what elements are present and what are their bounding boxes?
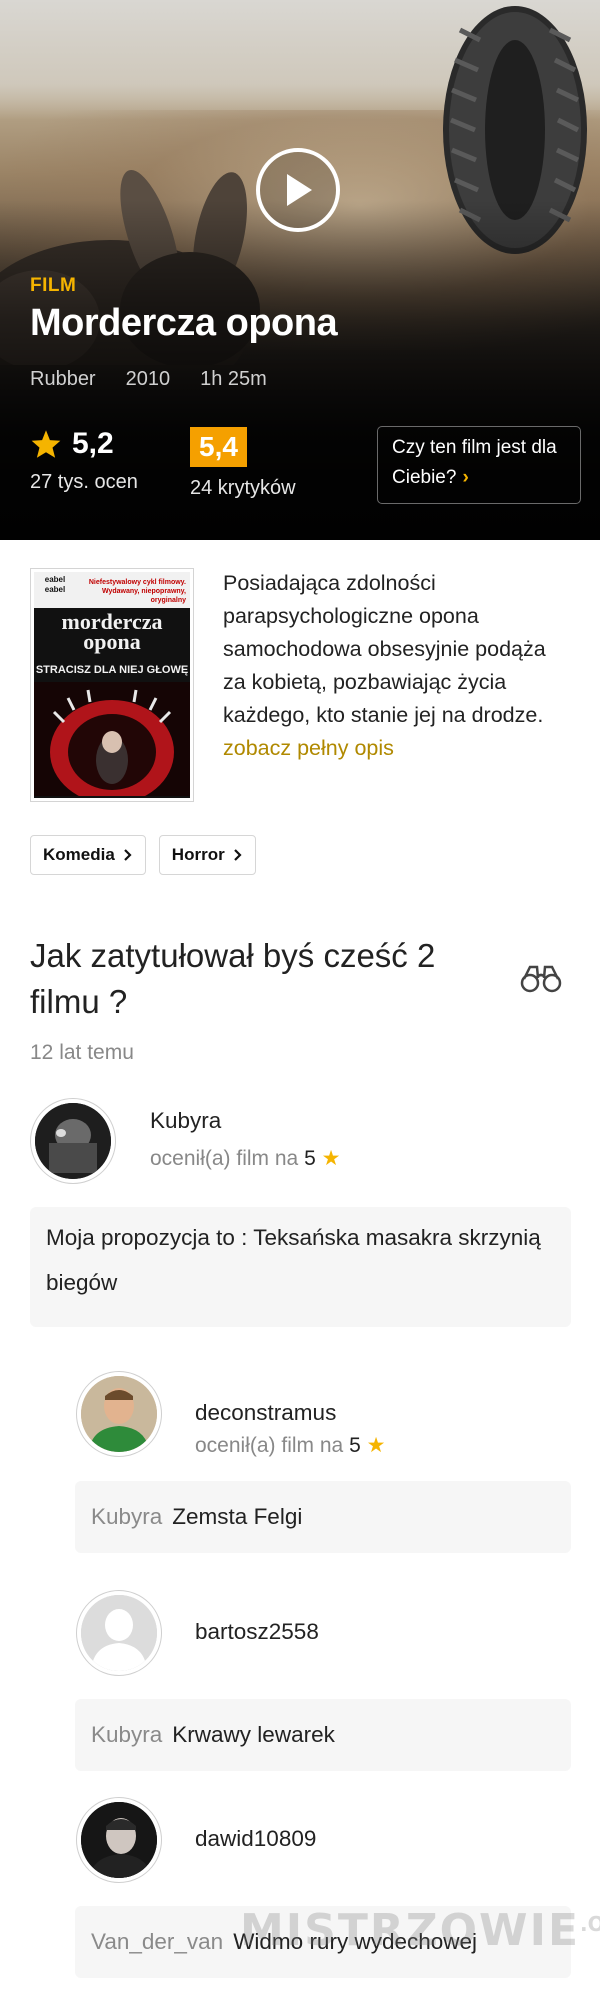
- film-poster[interactable]: eabel eabel Niefestywalowy cykl filmowy.…: [30, 568, 194, 802]
- avatar-artwork: [35, 1103, 111, 1179]
- star-icon: ★: [366, 1434, 386, 1457]
- release-year: 2010: [125, 368, 171, 390]
- chevron-right-icon: ›: [462, 467, 469, 488]
- genre-list: Komedia Horror: [30, 835, 256, 875]
- critics-count: 24 krytyków: [190, 477, 296, 499]
- user-rating-value: 5,2: [72, 427, 114, 460]
- reply-username[interactable]: dawid10809: [195, 1826, 316, 1852]
- star-icon: ★: [321, 1147, 341, 1170]
- poster-artwork: [34, 682, 190, 796]
- play-trailer-button[interactable]: [256, 148, 340, 232]
- reply-to-user[interactable]: Van_der_van: [91, 1929, 223, 1954]
- reply-username[interactable]: deconstramus: [195, 1400, 336, 1426]
- genre-chip-horror[interactable]: Horror: [158, 835, 256, 875]
- poster-series-text: Niefestywalowy cykl filmowy. Wydawany, n…: [88, 579, 186, 604]
- film-description: Posiadająca zdolności parapsychologiczne…: [223, 567, 573, 765]
- genre-chip-komedia[interactable]: Komedia: [30, 835, 146, 875]
- avatar-artwork: [81, 1802, 157, 1878]
- user-votes-count: 27 tys. ocen: [30, 471, 138, 493]
- avatar[interactable]: [76, 1797, 162, 1883]
- avatar[interactable]: [30, 1098, 116, 1184]
- for-you-button[interactable]: Czy ten film jest dla Ciebie? ›: [377, 426, 581, 504]
- reply-bubble: Kubyra Krwawy lewarek: [75, 1699, 571, 1771]
- play-icon: [287, 174, 312, 206]
- avatar-image: [81, 1802, 157, 1878]
- avatar[interactable]: [76, 1590, 162, 1676]
- avatar-placeholder: [81, 1595, 157, 1671]
- thread-timestamp: 12 lat temu: [30, 1041, 134, 1064]
- genre-label: Komedia: [43, 845, 115, 864]
- rated-prefix: ocenił(a) film na: [150, 1147, 299, 1170]
- duration: 1h 25m: [200, 368, 267, 390]
- original-title: Rubber: [30, 368, 96, 390]
- full-description-link[interactable]: zobacz pełny opis: [223, 732, 573, 765]
- reply-to-user[interactable]: Kubyra: [91, 1504, 162, 1529]
- chevron-right-icon: [124, 849, 132, 861]
- reply-to-user[interactable]: Kubyra: [91, 1722, 162, 1747]
- rated-value: 5: [349, 1434, 361, 1457]
- avatar-image: [81, 1376, 157, 1452]
- rated-prefix: ocenił(a) film na: [195, 1434, 344, 1457]
- post-text: Moja propozycja to : Teksańska masakra s…: [46, 1225, 541, 1295]
- reply-text: Zemsta Felgi: [172, 1504, 303, 1529]
- description-text: Posiadająca zdolności parapsychologiczne…: [223, 571, 546, 727]
- reply-text: Krwawy lewarek: [172, 1722, 335, 1747]
- avatar[interactable]: [76, 1371, 162, 1457]
- for-you-label: Czy ten film jest dla Ciebie?: [392, 437, 557, 488]
- reply-text: Widmo rury wydechowej: [233, 1929, 478, 1954]
- poster-publisher-logo: eabel eabel: [44, 575, 66, 594]
- avatar-image: [35, 1103, 111, 1179]
- film-title: Mordercza opona: [30, 302, 338, 344]
- reply-bubble: Van_der_van Widmo rury wydechowej: [75, 1906, 571, 1978]
- chevron-right-icon: [233, 849, 242, 861]
- reply-username[interactable]: bartosz2558: [195, 1619, 319, 1645]
- film-meta: Rubber 2010 1h 25m: [30, 368, 267, 391]
- poster-title: mordercza opona: [61, 609, 163, 654]
- content-type-label: FILM: [30, 275, 77, 296]
- default-user-icon: [81, 1595, 157, 1671]
- rated-value: 5: [304, 1147, 316, 1170]
- reply-bubble: Kubyra Zemsta Felgi: [75, 1481, 571, 1553]
- watermark-suffix: .ORG: [580, 1912, 600, 1936]
- thread-post: Moja propozycja to : Teksańska masakra s…: [30, 1207, 571, 1327]
- binoculars-icon[interactable]: [520, 962, 562, 994]
- genre-label: Horror: [171, 845, 225, 864]
- poster-tagline: STRACISZ DLA NIEJ GŁOWĘ: [35, 664, 189, 676]
- critics-rating[interactable]: 5,4 24 krytyków: [190, 427, 296, 500]
- star-icon: [31, 430, 61, 458]
- thread-title[interactable]: Jak zatytułował byś cześć 2 filmu ?: [30, 933, 500, 1025]
- hero-banner: FILM Mordercza opona Rubber 2010 1h 25m …: [0, 0, 600, 540]
- author-rating-info: ocenił(a) film na 5 ★: [150, 1146, 340, 1171]
- poster-header: eabel eabel Niefestywalowy cykl filmowy.…: [34, 572, 190, 608]
- critics-rating-badge: 5,4: [190, 427, 247, 467]
- avatar-artwork: [81, 1376, 157, 1452]
- poster-image: eabel eabel Niefestywalowy cykl filmowy.…: [34, 572, 190, 798]
- author-username[interactable]: Kubyra: [150, 1108, 221, 1134]
- reply-rating-info: ocenił(a) film na 5 ★: [195, 1433, 385, 1458]
- user-rating[interactable]: 5,2 27 tys. ocen: [30, 427, 138, 494]
